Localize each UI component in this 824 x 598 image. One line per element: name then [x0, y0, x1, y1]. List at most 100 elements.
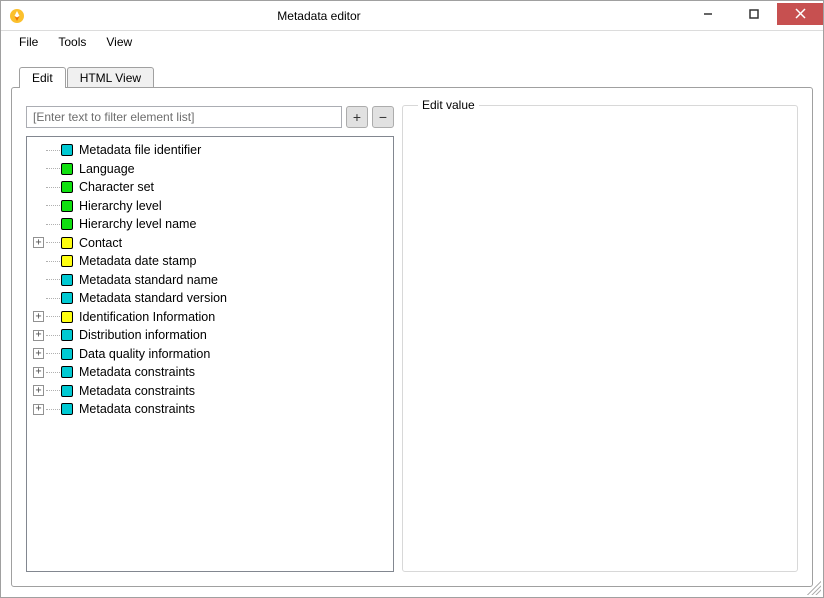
window-title: Metadata editor — [0, 9, 685, 23]
expander-placeholder — [33, 182, 44, 193]
expander-icon[interactable]: + — [33, 348, 44, 359]
app-window: Metadata editor File Tools View Edit HTM… — [0, 0, 824, 598]
tree-line-icon — [46, 224, 60, 225]
collapse-all-button[interactable]: − — [372, 106, 394, 128]
menu-file[interactable]: File — [11, 33, 46, 51]
node-color-icon — [61, 144, 73, 156]
expander-icon[interactable]: + — [33, 311, 44, 322]
node-label: Language — [79, 162, 135, 176]
tree-node[interactable]: + Metadata constraints — [27, 400, 393, 419]
node-color-icon — [61, 311, 73, 323]
expander-placeholder — [33, 219, 44, 230]
tab-strip: Edit HTML View — [11, 63, 813, 87]
tree-node[interactable]: + Identification Information — [27, 308, 393, 327]
tree-line-icon — [46, 409, 60, 410]
tree-line-icon — [46, 205, 60, 206]
node-label: Hierarchy level — [79, 199, 162, 213]
expander-icon[interactable]: + — [33, 404, 44, 415]
node-color-icon — [61, 348, 73, 360]
node-label: Metadata standard name — [79, 273, 218, 287]
expander-placeholder — [33, 145, 44, 156]
edit-value-pane: Edit value — [402, 106, 802, 572]
expander-icon[interactable]: + — [33, 330, 44, 341]
tree-line-icon — [46, 261, 60, 262]
node-color-icon — [61, 163, 73, 175]
node-label: Metadata standard version — [79, 291, 227, 305]
tree-node[interactable]: + Data quality information — [27, 345, 393, 364]
tree-line-icon — [46, 390, 60, 391]
resize-grip-icon[interactable] — [807, 581, 821, 595]
node-label: Metadata constraints — [79, 365, 195, 379]
tree-line-icon — [46, 187, 60, 188]
tree-line-icon — [46, 372, 60, 373]
node-color-icon — [61, 385, 73, 397]
expander-icon[interactable]: + — [33, 367, 44, 378]
expander-placeholder — [33, 256, 44, 267]
expander-placeholder — [33, 163, 44, 174]
filter-row: + − — [26, 106, 394, 128]
maximize-button[interactable] — [731, 3, 777, 25]
node-label: Metadata constraints — [79, 402, 195, 416]
tree-node[interactable]: Metadata standard name — [27, 271, 393, 290]
tree-line-icon — [46, 150, 60, 151]
close-button[interactable] — [777, 3, 823, 25]
tree-node[interactable]: Metadata standard version — [27, 289, 393, 308]
menu-view[interactable]: View — [98, 33, 140, 51]
tree-line-icon — [46, 316, 60, 317]
tree-node[interactable]: + Contact — [27, 234, 393, 253]
filter-input[interactable] — [26, 106, 342, 128]
tree-node[interactable]: + Distribution information — [27, 326, 393, 345]
title-bar: Metadata editor — [1, 1, 823, 31]
node-color-icon — [61, 181, 73, 193]
node-color-icon — [61, 274, 73, 286]
node-label: Metadata date stamp — [79, 254, 196, 268]
node-label: Character set — [79, 180, 154, 194]
element-tree[interactable]: Metadata file identifier Language Characte… — [26, 136, 394, 572]
node-label: Hierarchy level name — [79, 217, 196, 231]
node-color-icon — [61, 200, 73, 212]
tree-node[interactable]: Metadata date stamp — [27, 252, 393, 271]
tab-panel-edit: + − Metadata file identifier Language Char… — [11, 87, 813, 587]
tab-html-view[interactable]: HTML View — [67, 67, 154, 88]
node-color-icon — [61, 255, 73, 267]
tree-node[interactable]: + Metadata constraints — [27, 382, 393, 401]
tab-edit[interactable]: Edit — [19, 67, 66, 88]
tree-line-icon — [46, 242, 60, 243]
expand-all-button[interactable]: + — [346, 106, 368, 128]
expander-icon[interactable]: + — [33, 237, 44, 248]
tree-line-icon — [46, 335, 60, 336]
tree-node[interactable]: Language — [27, 160, 393, 179]
node-label: Metadata constraints — [79, 384, 195, 398]
content-area: Edit HTML View + − Metadata file identif… — [1, 53, 823, 597]
plus-icon: + — [353, 109, 361, 125]
tree-node[interactable]: Character set — [27, 178, 393, 197]
minus-icon: − — [379, 109, 387, 125]
node-color-icon — [61, 292, 73, 304]
node-label: Data quality information — [79, 347, 210, 361]
expander-placeholder — [33, 274, 44, 285]
tree-line-icon — [46, 298, 60, 299]
node-label: Contact — [79, 236, 122, 250]
tree-node[interactable]: Hierarchy level — [27, 197, 393, 216]
node-color-icon — [61, 329, 73, 341]
node-color-icon — [61, 237, 73, 249]
tree-line-icon — [46, 279, 60, 280]
tree-pane: + − Metadata file identifier Language Char… — [26, 106, 394, 572]
menu-tools[interactable]: Tools — [50, 33, 94, 51]
tree-line-icon — [46, 353, 60, 354]
expander-placeholder — [33, 200, 44, 211]
node-color-icon — [61, 403, 73, 415]
node-color-icon — [61, 366, 73, 378]
tree-node[interactable]: Hierarchy level name — [27, 215, 393, 234]
node-label: Distribution information — [79, 328, 207, 342]
expander-placeholder — [33, 293, 44, 304]
expander-icon[interactable]: + — [33, 385, 44, 396]
minimize-button[interactable] — [685, 3, 731, 25]
node-label: Identification Information — [79, 310, 215, 324]
tree-line-icon — [46, 168, 60, 169]
tree-node[interactable]: + Metadata constraints — [27, 363, 393, 382]
menu-bar: File Tools View — [1, 31, 823, 53]
edit-value-legend: Edit value — [418, 98, 479, 112]
edit-value-group: Edit value — [402, 98, 798, 572]
tree-node[interactable]: Metadata file identifier — [27, 141, 393, 160]
